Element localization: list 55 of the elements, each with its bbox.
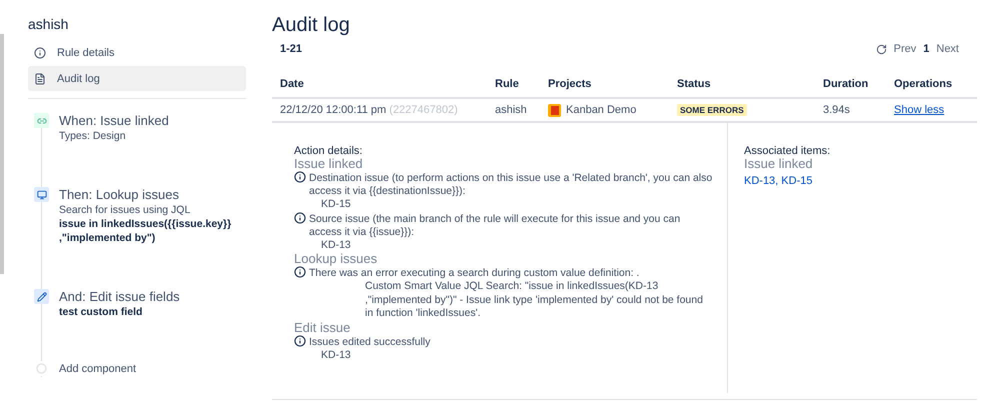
- info-icon: [294, 334, 306, 346]
- step-description: test custom field: [59, 305, 144, 319]
- result-range: 1-21: [280, 43, 302, 55]
- log-message: Destination issue (to perform actions on this issue use a 'Related branch', you can also access it via {{destinationIssue}}):: [309, 171, 713, 198]
- log-detail: KD-15: [320, 198, 352, 212]
- section-title: Edit issue: [294, 320, 352, 334]
- prev-link[interactable]: Prev: [894, 43, 916, 55]
- log-message: Issues edited successfully: [309, 334, 430, 348]
- info-icon: [294, 266, 306, 278]
- associated-heading: Associated items:: [744, 145, 832, 157]
- project-icon: [548, 104, 561, 116]
- monitor-icon: [34, 187, 49, 202]
- section-title: Issue linked: [294, 157, 364, 171]
- project-cell: Kanban Demo: [566, 104, 636, 116]
- info-icon: [34, 46, 46, 58]
- log-message: There was an error executing a search during custom value definition: .: [309, 266, 640, 280]
- log-message: Source issue (the main branch of the rule will execute for this issue and you can access it via {{issue}}):: [309, 212, 682, 238]
- column-header: Status: [677, 78, 712, 90]
- document-icon: [34, 72, 46, 84]
- pencil-icon: [34, 289, 49, 304]
- step-title: Then: Lookup issues: [59, 187, 180, 203]
- rule-name: ashish: [28, 16, 70, 32]
- step-description: Types: Design: [59, 129, 127, 143]
- column-header: Duration: [823, 78, 870, 90]
- step-description: issue in linkedIssues({{issue.key}} ,"implemented by"): [59, 217, 232, 245]
- link-icon: [34, 113, 49, 128]
- next-link[interactable]: Next: [936, 43, 959, 55]
- step-title: And: Edit issue fields: [59, 289, 181, 305]
- column-header: Rule: [495, 78, 520, 90]
- info-icon: [294, 212, 306, 224]
- info-icon: [294, 171, 306, 183]
- column-header: Date: [280, 78, 305, 90]
- log-detail: Custom Smart Value JQL Search: "issue in linkedIssues(KD-13 ,"implemented by")" - Issue link type 'implemented by' could not be found in function 'linkedIssues'.: [364, 280, 704, 320]
- date-cell-text: 22/12/20 12:00:11 pm (2227467802): [280, 104, 459, 116]
- section-title: Lookup issues: [294, 252, 378, 266]
- step-title[interactable]: Add component: [59, 361, 136, 377]
- status-lozenge: SOME ERRORS: [677, 104, 747, 116]
- duration-cell-text: 3.94s: [823, 104, 851, 116]
- log-detail: KD-13: [320, 238, 352, 252]
- step-title: When: Issue linked: [59, 113, 170, 129]
- page-title: Audit log: [272, 14, 351, 37]
- show-less-link[interactable]: Show less: [894, 104, 969, 116]
- refresh-icon[interactable]: [876, 44, 887, 54]
- column-header: Projects: [548, 78, 592, 90]
- sidebar-item[interactable]: Rule details: [28, 40, 246, 65]
- log-detail: KD-13: [320, 348, 352, 362]
- column-header: Operations: [894, 78, 954, 90]
- step-description: Search for issues using JQL: [59, 203, 192, 217]
- sidebar-item[interactable]: Audit log: [28, 66, 246, 91]
- section-title: Issue linked: [744, 157, 814, 171]
- rule-cell-text: ashish: [495, 104, 528, 116]
- issue-links[interactable]: KD-13, KD-15: [744, 175, 812, 187]
- details-heading: Action details:: [294, 145, 364, 157]
- page-number[interactable]: 1: [923, 43, 930, 55]
- scrollbar[interactable]: [0, 34, 4, 274]
